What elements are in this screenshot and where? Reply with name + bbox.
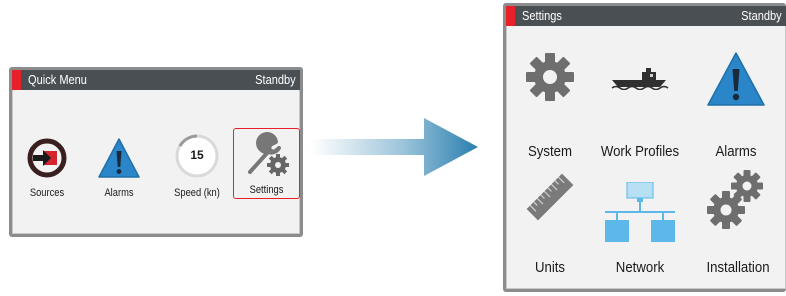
boat-icon <box>611 68 669 90</box>
settings-status: Standby <box>741 8 782 23</box>
settings-item-label: System <box>527 143 572 160</box>
network-icon <box>605 182 675 242</box>
settings-item-work-profiles[interactable]: Work Profiles <box>590 40 690 160</box>
menu-item-label: Sources <box>29 187 65 199</box>
menu-item-label: Speed (kn) <box>174 187 220 199</box>
settings-item-alarms[interactable]: Alarms <box>692 40 780 160</box>
settings-item-label: Units <box>534 259 566 276</box>
speed-value: 15 <box>190 148 204 162</box>
settings-item-label: Network <box>615 259 665 276</box>
quick-menu-title: Quick Menu <box>28 72 87 87</box>
quick-menu-panel: Quick Menu Standby Sources Alarms 15 Spe… <box>9 67 303 237</box>
settings-item-label: Work Profiles <box>600 143 680 160</box>
menu-item-label: Settings <box>249 184 284 196</box>
ruler-icon <box>526 173 574 221</box>
settings-item-system[interactable]: System <box>510 40 590 160</box>
arrow-icon <box>312 118 478 176</box>
alarm-icon <box>707 52 765 106</box>
menu-item-label: Alarms <box>104 187 134 199</box>
settings-item-installation[interactable]: Installation <box>692 164 784 276</box>
installation-gears-icon <box>707 170 763 229</box>
quick-menu-title-bar: Quick Menu Standby <box>12 70 300 90</box>
settings-item-network[interactable]: Network <box>590 164 690 276</box>
settings-item-label: Alarms <box>715 143 757 160</box>
menu-item-settings[interactable]: Settings <box>233 128 300 199</box>
settings-item-units[interactable]: Units <box>510 164 590 276</box>
sources-icon <box>27 138 67 178</box>
settings-icon <box>247 132 289 176</box>
gear-icon <box>526 53 574 101</box>
settings-item-label: Installation <box>706 259 770 276</box>
settings-title: Settings <box>522 8 562 23</box>
settings-panel: Settings Standby System Work Profiles Al… <box>503 3 786 292</box>
quick-menu-status: Standby <box>255 72 296 87</box>
menu-item-speed[interactable]: 15 Speed (kn) <box>164 127 230 201</box>
menu-item-alarms[interactable]: Alarms <box>89 127 149 201</box>
status-indicator <box>506 6 515 26</box>
menu-item-sources[interactable]: Sources <box>18 127 76 201</box>
alarm-icon <box>98 138 140 178</box>
status-indicator <box>12 70 21 90</box>
settings-title-bar: Settings Standby <box>506 6 786 26</box>
